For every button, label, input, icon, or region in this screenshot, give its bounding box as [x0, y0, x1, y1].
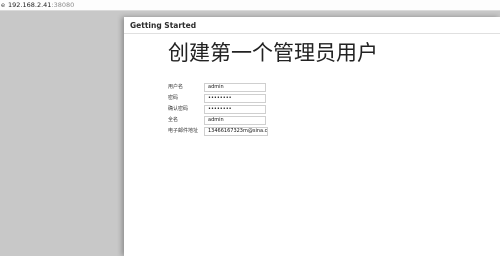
- form-row-email: 电子邮件地址 13466167323m@sina.cn: [124, 127, 500, 137]
- username-input[interactable]: admin: [204, 83, 266, 92]
- email-label: 电子邮件地址: [168, 128, 199, 134]
- password-label: 密码: [168, 95, 179, 101]
- setup-wizard-panel: Getting Started 创建第一个管理员用户 用户名 admin 密码 …: [124, 17, 500, 256]
- form-row-username: 用户名 admin: [124, 83, 500, 93]
- fullname-label: 全名: [168, 117, 179, 123]
- form-row-confirm-password: 确认密码 ••••••••: [124, 105, 500, 115]
- browser-address-bar[interactable]: e 192.168.2.41:38080: [0, 0, 500, 11]
- email-input[interactable]: 13466167323m@sina.cn: [204, 127, 268, 136]
- page-title: 创建第一个管理员用户: [168, 41, 378, 65]
- confirm-password-input[interactable]: ••••••••: [204, 105, 266, 114]
- form-row-password: 密码 ••••••••: [124, 94, 500, 104]
- panel-header-title: Getting Started: [130, 21, 197, 30]
- confirm-password-label: 确认密码: [168, 106, 189, 112]
- url-host: 192.168.2.41: [8, 1, 52, 9]
- panel-header: Getting Started: [124, 17, 500, 34]
- url-text[interactable]: e 192.168.2.41:38080: [1, 1, 74, 9]
- url-port: :38080: [51, 1, 75, 9]
- username-label: 用户名: [168, 84, 184, 90]
- fullname-input[interactable]: admin: [204, 116, 266, 125]
- password-input[interactable]: ••••••••: [204, 94, 266, 103]
- form-row-fullname: 全名 admin: [124, 116, 500, 126]
- url-prefix: e: [1, 1, 5, 9]
